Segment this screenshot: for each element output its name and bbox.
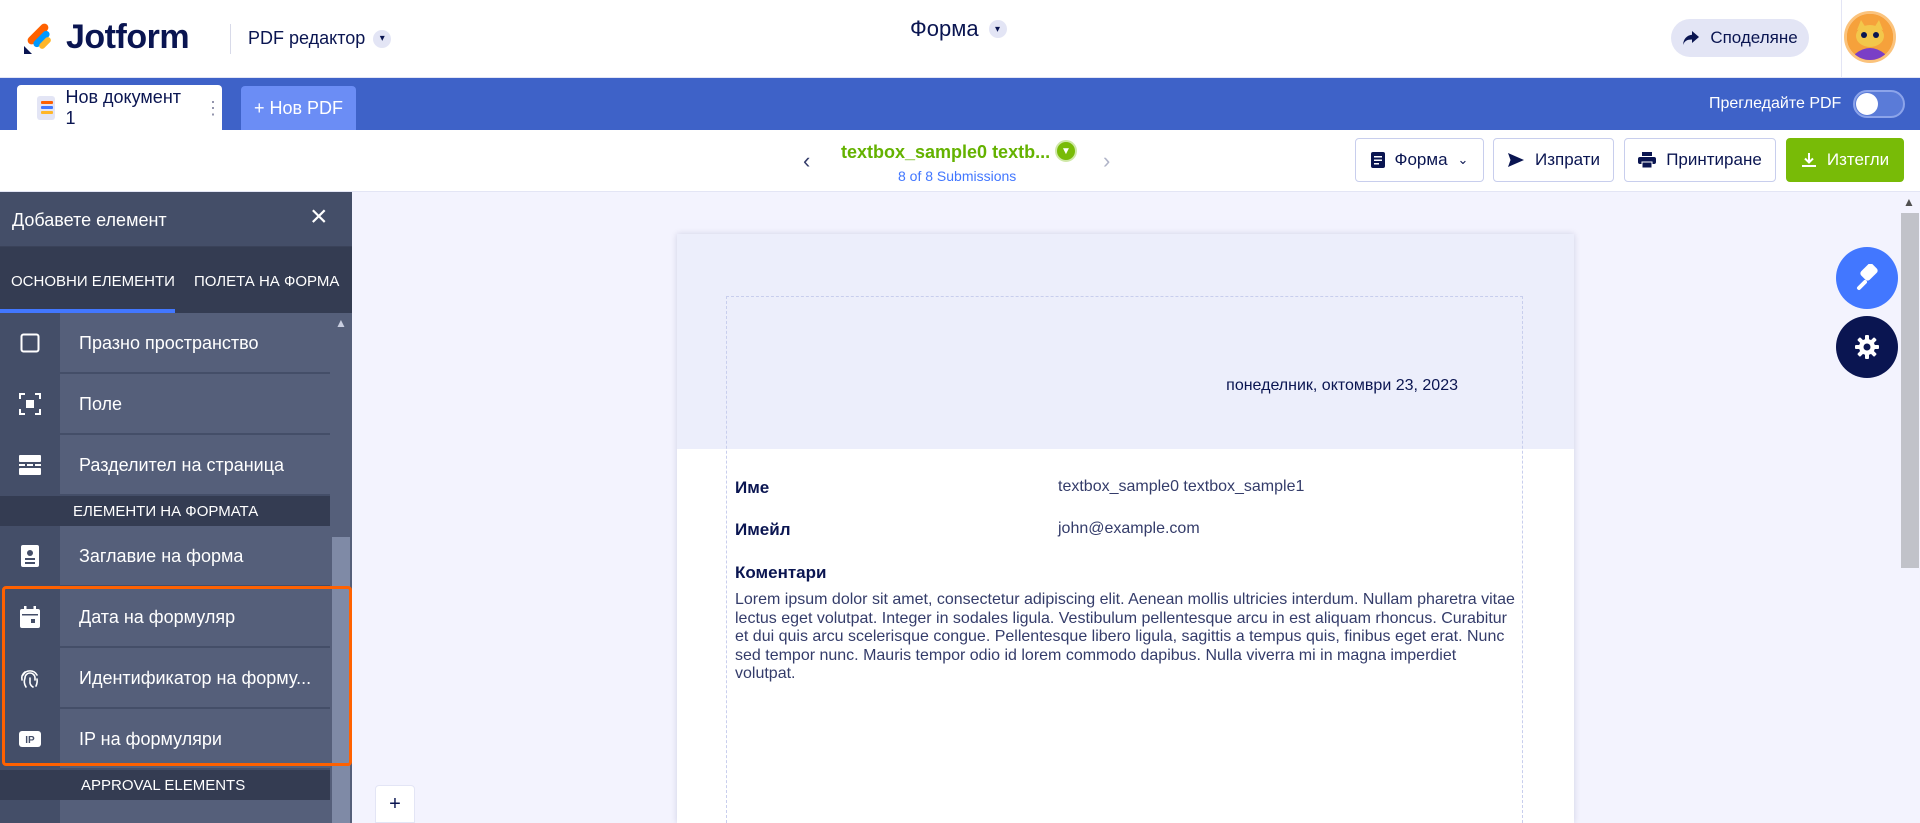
field-label-name: Име xyxy=(735,478,770,497)
list-item-label: Разделител на страница xyxy=(79,455,285,475)
page-break-icon xyxy=(0,435,60,495)
chevron-down-icon: ⌄ xyxy=(1457,152,1469,167)
preview-pdf-label: Прегледайте PDF xyxy=(1709,95,1842,112)
brand-name: Jotform xyxy=(66,18,190,56)
download-icon xyxy=(1801,153,1816,167)
scroll-up-icon[interactable]: ▲ xyxy=(335,316,347,330)
previous-submission-chevron-icon[interactable]: ‹ xyxy=(803,148,810,174)
print-button-label: Принтиране xyxy=(1666,150,1762,169)
svg-text:IP: IP xyxy=(25,735,35,746)
new-pdf-button[interactable]: + Нов PDF xyxy=(241,86,356,130)
field-value-comments: Lorem ipsum dolor sit amet, consectetur … xyxy=(735,591,1515,682)
divider xyxy=(230,24,231,54)
list-item-field[interactable]: Поле xyxy=(0,374,330,434)
tab-document-label: Нов документ 1 xyxy=(65,86,182,128)
preview-pdf-toggle[interactable] xyxy=(1853,90,1905,118)
next-submission-chevron-icon[interactable]: › xyxy=(1103,148,1110,174)
field-label-email: Имейл xyxy=(735,520,791,539)
field-icon xyxy=(0,374,60,434)
add-page-button[interactable]: + xyxy=(375,785,415,823)
panel-scrollbar-thumb[interactable] xyxy=(332,537,350,823)
list-item-label: Празно пространство xyxy=(79,333,259,353)
chevron-down-icon: ▾ xyxy=(373,29,392,48)
send-button-label: Изпрати xyxy=(1534,150,1601,169)
form-title: Форма xyxy=(910,16,979,41)
submission-title[interactable]: textbox_sample0 textb... xyxy=(841,142,1050,163)
list-item-form-ip[interactable]: IP IP на формуляри xyxy=(0,709,330,769)
section-header-form-elements: ЕЛЕМЕНТИ НА ФОРМАТА xyxy=(0,496,330,526)
form-title-menu[interactable]: Форма ▾ xyxy=(910,16,1007,42)
share-button[interactable]: Споделяне xyxy=(1671,19,1809,57)
submission-toolbar: ‹ textbox_sample0 textb... ▼ 8 of 8 Subm… xyxy=(0,130,1920,192)
download-button-label: Изтегли xyxy=(1826,150,1890,169)
scroll-up-icon[interactable]: ▲ xyxy=(1903,195,1915,209)
send-button[interactable]: Изпрати xyxy=(1493,138,1614,182)
field-value-name: textbox_sample0 textbox_sample1 xyxy=(1058,478,1305,495)
submission-count: 8 of 8 Submissions xyxy=(898,168,1017,184)
list-item-label: Идентификатор на форму... xyxy=(79,668,312,688)
section-header-approval: APPROVAL ELEMENTS xyxy=(0,770,330,800)
list-item-label: Поле xyxy=(79,394,123,414)
chevron-down-icon: ▾ xyxy=(988,20,1007,38)
add-element-panel: Добавете елемент × ОСНОВНИ ЕЛЕМЕНТИ ПОЛЕ… xyxy=(0,192,352,823)
form-icon xyxy=(1370,152,1385,168)
list-item-blank-space[interactable]: Празно пространство xyxy=(0,313,330,373)
jotform-logo[interactable]: Jotform xyxy=(22,18,190,57)
printer-icon xyxy=(1638,152,1657,168)
list-item-form-title[interactable]: Заглавие на форма xyxy=(0,526,330,586)
design-button[interactable] xyxy=(1836,247,1898,309)
page-scrollbar-thumb[interactable] xyxy=(1901,213,1919,568)
panel-title: Добавете елемент xyxy=(12,210,167,230)
gear-icon xyxy=(1855,335,1879,359)
chevron-down-icon[interactable]: ▼ xyxy=(1055,140,1077,162)
avatar-cat-icon xyxy=(1847,14,1893,60)
form-title-icon xyxy=(0,526,60,586)
pdf-editor-menu[interactable]: PDF редактор ▾ xyxy=(248,28,392,49)
calendar-icon xyxy=(0,587,60,647)
kebab-menu-icon[interactable]: ⋮ xyxy=(204,99,222,117)
element-list: Празно пространство Поле Разделител на с… xyxy=(0,313,330,823)
document-date: понеделник, октомври 23, 2023 xyxy=(1226,377,1458,394)
field-label-comments: Коментари xyxy=(735,563,827,582)
approval-icon xyxy=(0,800,60,823)
list-item-page-break[interactable]: Разделител на страница xyxy=(0,435,330,495)
list-item-label: Дата на формуляр xyxy=(79,607,236,627)
form-button[interactable]: Форма ⌄ xyxy=(1355,138,1484,182)
blank-space-icon xyxy=(0,313,60,373)
list-item-form-date[interactable]: Дата на формуляр xyxy=(0,587,330,647)
top-bar: Jotform PDF редактор ▾ Форма ▾ Споделяне xyxy=(0,0,1920,78)
list-item-label: Заглавие на форма xyxy=(79,546,244,566)
tab-document[interactable]: Нов документ 1 ⋮ xyxy=(17,85,222,130)
download-button[interactable]: Изтегли xyxy=(1786,138,1904,182)
ip-icon: IP xyxy=(0,709,60,769)
close-icon[interactable]: × xyxy=(310,202,328,232)
list-item-approval[interactable] xyxy=(0,800,330,823)
divider xyxy=(1841,0,1842,78)
fingerprint-icon xyxy=(0,648,60,708)
list-item-label: IP на формуляри xyxy=(79,729,222,749)
send-icon xyxy=(1507,153,1524,167)
share-label: Споделяне xyxy=(1710,28,1798,47)
field-value-email: john@example.com xyxy=(1058,520,1200,537)
settings-button[interactable] xyxy=(1836,316,1898,378)
document-tab-bar: Нов документ 1 ⋮ + Нов PDF Прегледайте P… xyxy=(0,78,1920,130)
document-content-area[interactable]: понеделник, октомври 23, 2023 xyxy=(726,296,1523,823)
list-item-form-id[interactable]: Идентификатор на форму... xyxy=(0,648,330,708)
panel-tabs: ОСНОВНИ ЕЛЕМЕНТИ ПОЛЕТА НА ФОРМА xyxy=(0,247,352,313)
tab-basic-elements[interactable]: ОСНОВНИ ЕЛЕМЕНТИ xyxy=(11,273,175,290)
tab-form-fields[interactable]: ПОЛЕТА НА ФОРМА xyxy=(194,273,339,290)
pdf-document: понеделник, октомври 23, 2023 Име textbo… xyxy=(677,234,1574,823)
pdf-editor-label: PDF редактор xyxy=(248,28,366,48)
document-icon xyxy=(37,95,56,120)
share-icon xyxy=(1683,31,1700,45)
print-button[interactable]: Принтиране xyxy=(1624,138,1776,182)
avatar[interactable] xyxy=(1844,11,1896,63)
form-button-label: Форма xyxy=(1394,150,1448,169)
paint-roller-icon xyxy=(1857,264,1878,290)
panel-header: Добавете елемент × xyxy=(0,192,352,247)
jotform-logo-icon xyxy=(24,23,51,54)
